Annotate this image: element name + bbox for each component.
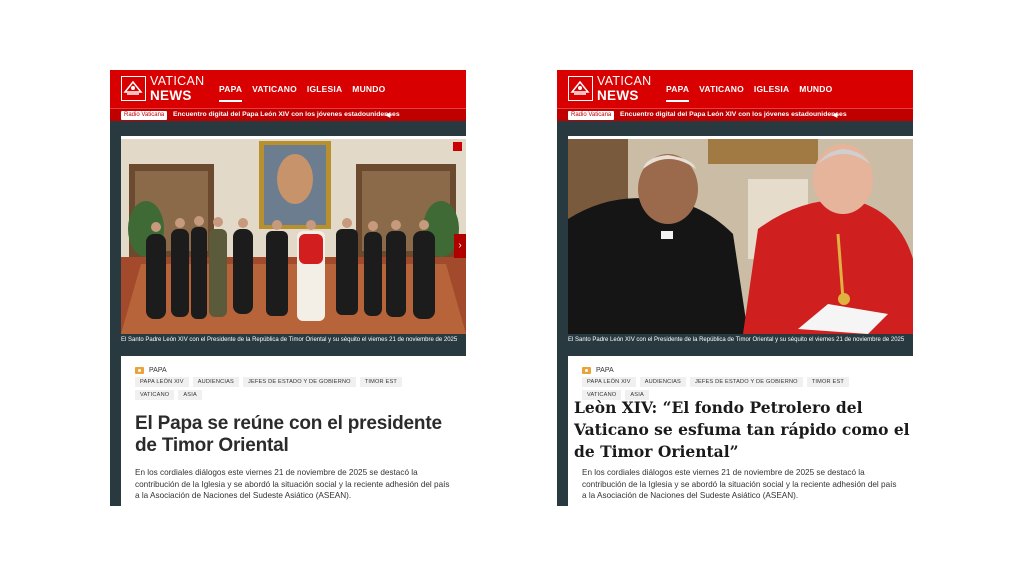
nav-vaticano[interactable]: VATICANO — [699, 84, 744, 102]
radio-vaticana-badge[interactable]: Radio Vaticana — [568, 111, 615, 120]
nav-papa[interactable]: PAPA — [219, 84, 243, 102]
next-arrow-icon[interactable]: › — [454, 234, 466, 258]
section-text: PAPA — [149, 367, 167, 374]
speaker-icon[interactable]: ◀ — [832, 111, 837, 119]
section-label[interactable]: PAPA — [582, 367, 614, 374]
dark-strip — [110, 121, 466, 136]
logo-line2: NEWS — [597, 87, 639, 103]
vatican-news-logo[interactable]: VATICAN NEWS — [150, 75, 204, 102]
radio-vaticana-badge[interactable]: Radio Vaticana — [121, 111, 168, 120]
camera-icon — [135, 367, 144, 374]
section-text: PAPA — [596, 367, 614, 374]
photo-caption: El Santo Padre León XIV con el President… — [568, 337, 905, 343]
camera-icon — [582, 367, 591, 374]
nav-mundo[interactable]: MUNDO — [352, 84, 385, 102]
tag-item[interactable]: ASIA — [178, 390, 202, 400]
tag-item[interactable]: AUDIENCIAS — [192, 377, 239, 387]
left-article-page: VATICAN NEWS PAPA VATICANO IGLESIA MUNDO… — [110, 70, 466, 506]
tag-item[interactable]: VATICANO — [135, 390, 175, 400]
main-nav: PAPA VATICANO IGLESIA MUNDO — [219, 84, 385, 102]
dark-strip — [557, 121, 913, 136]
tag-item[interactable]: AUDIENCIAS — [639, 377, 686, 387]
nav-mundo[interactable]: MUNDO — [799, 84, 832, 102]
right-article-page: VATICAN NEWS PAPA VATICANO IGLESIA MUNDO… — [557, 70, 913, 506]
article-summary: En los cordiales diálogos este viernes 2… — [582, 468, 897, 500]
vatican-emblem-icon[interactable] — [121, 76, 146, 101]
nav-vaticano[interactable]: VATICANO — [252, 84, 297, 102]
nav-papa[interactable]: PAPA — [666, 84, 690, 102]
tag-item[interactable]: TIMOR EST — [359, 377, 402, 387]
article-headline[interactable]: El Papa se reúne con el presidente de Ti… — [135, 413, 455, 457]
news-ticker: Radio Vaticana Encuentro digital del Pap… — [557, 108, 913, 122]
logo-line2: NEWS — [150, 87, 192, 103]
news-ticker: Radio Vaticana Encuentro digital del Pap… — [110, 108, 466, 122]
ticker-text[interactable]: Encuentro digital del Papa León XIV con … — [173, 111, 400, 118]
main-nav: PAPA VATICANO IGLESIA MUNDO — [666, 84, 832, 102]
article-summary: En los cordiales diálogos este viernes 2… — [135, 468, 450, 500]
nav-iglesia[interactable]: IGLESIA — [754, 84, 789, 102]
section-label[interactable]: PAPA — [135, 367, 167, 374]
tag-item[interactable]: PAPA LEÓN XIV — [135, 377, 189, 387]
nav-iglesia[interactable]: IGLESIA — [307, 84, 342, 102]
logo-line1: VATICAN — [150, 74, 205, 88]
tag-item[interactable]: PAPA LEÓN XIV — [582, 377, 636, 387]
caption-bar: El Santo Padre León XIV con el President… — [110, 334, 466, 356]
left-dark-strip — [557, 136, 568, 506]
photo-caption: El Santo Padre León XIV con el President… — [121, 337, 458, 343]
article-headline[interactable]: Leòn XIV: “El fondo Petrolero del Vatica… — [574, 397, 913, 463]
left-dark-strip — [110, 136, 121, 506]
closeup-photo[interactable] — [568, 139, 913, 334]
ticker-text[interactable]: Encuentro digital del Papa León XIV con … — [620, 111, 847, 118]
top-navbar: VATICAN NEWS PAPA VATICANO IGLESIA MUNDO — [110, 70, 466, 108]
group-photo[interactable] — [121, 139, 466, 334]
vatican-news-logo[interactable]: VATICAN NEWS — [597, 75, 651, 102]
speaker-icon[interactable]: ◀ — [385, 111, 390, 119]
expand-icon[interactable] — [453, 142, 462, 151]
logo-line1: VATICAN — [597, 74, 652, 88]
tag-list: PAPA LEÓN XIV AUDIENCIAS JEFES DE ESTADO… — [135, 377, 435, 400]
tag-item[interactable]: TIMOR EST — [806, 377, 849, 387]
vatican-emblem-icon[interactable] — [568, 76, 593, 101]
caption-bar: El Santo Padre León XIV con el President… — [557, 334, 913, 356]
tag-item[interactable]: JEFES DE ESTADO Y DE GOBIERNO — [689, 377, 803, 387]
top-navbar: VATICAN NEWS PAPA VATICANO IGLESIA MUNDO — [557, 70, 913, 108]
tag-item[interactable]: JEFES DE ESTADO Y DE GOBIERNO — [242, 377, 356, 387]
